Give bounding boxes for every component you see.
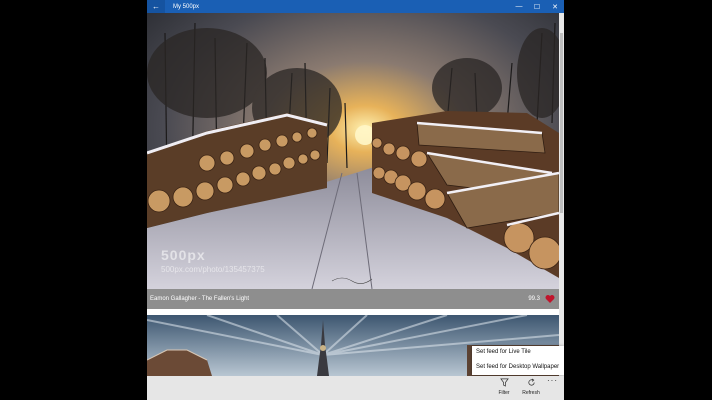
title-bar: ← My 500px — ☐ ✕ <box>147 0 564 13</box>
refresh-label: Refresh <box>522 390 540 396</box>
heart-icon[interactable] <box>545 294 555 304</box>
back-arrow-icon: ← <box>152 2 160 11</box>
photo-score: 99.3 <box>528 296 540 302</box>
scrollbar-thumb[interactable] <box>560 33 563 213</box>
back-button[interactable]: ← <box>147 0 165 13</box>
menu-item-live-tile[interactable]: Set feed for Live Tile <box>472 346 564 359</box>
filter-button[interactable]: Filter <box>491 378 517 396</box>
window-controls: — ☐ ✕ <box>510 0 564 13</box>
photo-feed[interactable]: 500px 500px.com/photo/135457375 Eamon Ga… <box>147 13 559 376</box>
window-title: My 500px <box>173 3 200 10</box>
more-options-button[interactable]: ··· <box>547 376 558 385</box>
refresh-button[interactable]: Refresh <box>518 378 544 396</box>
watermark-url: 500px.com/photo/135457375 <box>161 265 265 274</box>
close-icon[interactable]: ✕ <box>546 0 564 13</box>
refresh-icon <box>527 378 535 386</box>
photo-watermark: 500px 500px.com/photo/135457375 <box>161 247 265 274</box>
minimize-icon[interactable]: — <box>510 0 528 13</box>
filter-icon <box>499 378 509 387</box>
feed-context-menu: Set feed for Live Tile Set feed for Desk… <box>472 346 564 375</box>
photo-1-caption[interactable]: Eamon Gallagher - The Fallen's Light 99.… <box>147 289 559 309</box>
vertical-scrollbar[interactable] <box>559 13 564 376</box>
app-window: ← My 500px — ☐ ✕ 500px 500px.com/photo/1… <box>147 0 564 400</box>
maximize-icon[interactable]: ☐ <box>528 0 546 13</box>
menu-item-desktop-wallpaper[interactable]: Set feed for Desktop Wallpaper <box>472 361 564 374</box>
command-bar: Filter Refresh ··· <box>147 376 564 400</box>
photo-title: Eamon Gallagher - The Fallen's Light <box>150 296 250 302</box>
filter-label: Filter <box>498 390 510 396</box>
watermark-logo: 500px <box>161 247 206 263</box>
